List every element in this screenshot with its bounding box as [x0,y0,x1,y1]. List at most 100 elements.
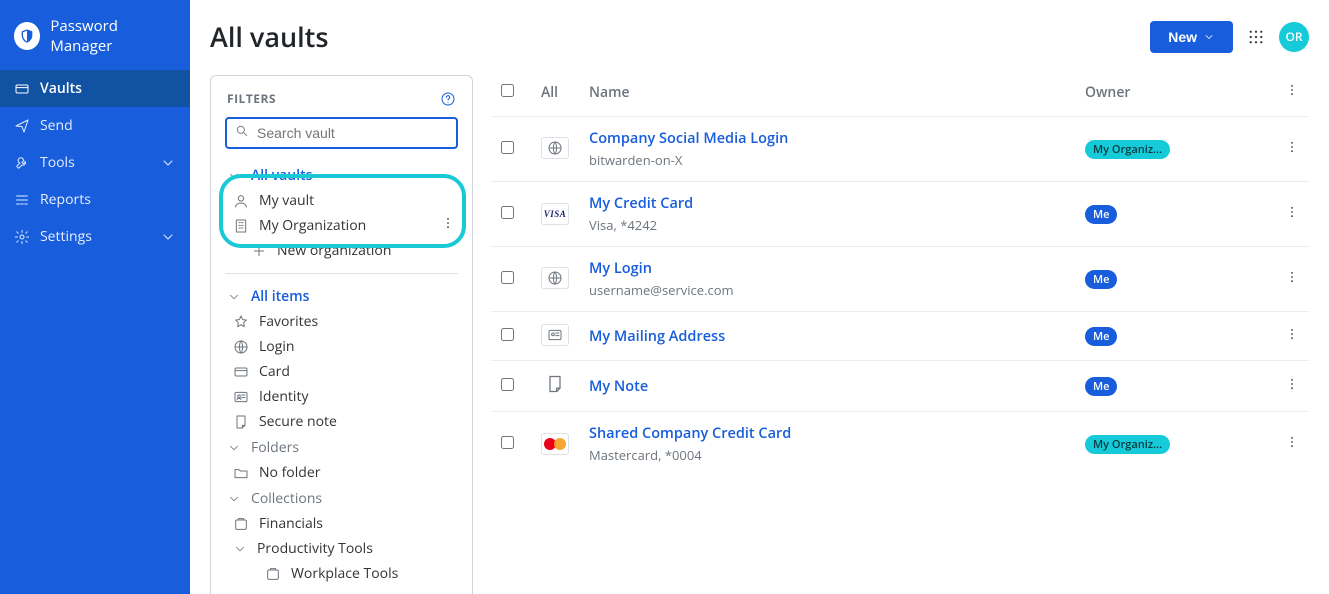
filter-label: New organization [277,241,456,260]
filters-panel: FILTERS All vaults My [210,75,473,594]
filter-label: Workplace Tools [291,564,456,583]
filter-my-organization[interactable]: My Organization [225,213,458,238]
nav-reports[interactable]: Reports [0,181,190,218]
note-icon [541,373,569,395]
row-menu-button[interactable] [1275,117,1309,182]
col-checkbox [491,75,531,117]
filter-card[interactable]: Card [225,359,458,384]
card-icon [233,364,249,380]
filter-identity[interactable]: Identity [225,384,458,409]
building-icon [233,218,249,234]
owner-badge: Me [1085,327,1117,346]
row-menu-button[interactable] [1275,361,1309,412]
filter-label: All items [251,287,456,306]
row-checkbox[interactable] [501,378,514,391]
row-menu-button[interactable] [1275,412,1309,477]
item-name[interactable]: My Note [589,377,1065,396]
row-checkbox[interactable] [501,328,514,341]
col-menu[interactable] [1275,75,1309,117]
brand: Password Manager [0,0,190,70]
row-checkbox[interactable] [501,141,514,154]
item-name[interactable]: Company Social Media Login [589,129,1065,148]
col-owner[interactable]: Owner [1075,75,1275,117]
filter-no-folder[interactable]: No folder [225,460,458,485]
col-all[interactable]: All [531,75,579,117]
filter-collections-section[interactable]: Collections [225,485,458,511]
table-row: My Loginusername@service.comMe [491,247,1309,312]
filter-folders-section[interactable]: Folders [225,434,458,460]
apps-grid-icon[interactable] [1247,28,1265,46]
row-checkbox[interactable] [501,271,514,284]
item-name[interactable]: My Mailing Address [589,327,1065,346]
filter-productivity[interactable]: Productivity Tools [225,536,458,561]
item-name[interactable]: Shared Company Credit Card [589,424,1065,443]
row-menu-button[interactable] [1275,182,1309,247]
item-sub: Visa, *4242 [589,216,1065,234]
nav-label: Reports [40,190,91,209]
nav-send[interactable]: Send [0,107,190,144]
avatar[interactable]: OR [1279,22,1309,52]
org-menu-button[interactable] [440,216,456,235]
nav-vaults[interactable]: Vaults [0,70,190,107]
filter-label: Financials [259,514,456,533]
select-all-checkbox[interactable] [501,84,514,97]
row-checkbox[interactable] [501,436,514,449]
filter-all-items[interactable]: All items [225,284,458,309]
owner-badge: My Organiz... [1085,140,1170,159]
row-menu-button[interactable] [1275,247,1309,312]
shield-icon [19,28,35,44]
item-sub: Mastercard, *0004 [589,446,1065,464]
nav-settings[interactable]: Settings [0,218,190,255]
filter-label: My vault [259,191,456,210]
topbar: All vaults New OR [210,18,1309,55]
filter-financials[interactable]: Financials [225,511,458,536]
owner-badge: Me [1085,377,1117,396]
filter-label: Identity [259,387,456,406]
owner-badge: Me [1085,205,1117,224]
filter-new-organization[interactable]: New organization [225,238,458,263]
chevron-down-icon [227,492,241,506]
id-card-icon [233,389,249,405]
row-icon [531,412,579,477]
filter-favorites[interactable]: Favorites [225,309,458,334]
table-row: VISAMy Credit CardVisa, *4242Me [491,182,1309,247]
row-icon [531,312,579,361]
row-checkbox[interactable] [501,206,514,219]
search-icon [235,124,249,138]
divider [225,273,458,274]
send-icon [14,118,30,134]
vault-icon [14,81,30,97]
row-icon [531,361,579,412]
chevron-down-icon [227,290,241,304]
filter-label: Login [259,337,456,356]
filter-workplace[interactable]: Workplace Tools [225,561,458,586]
filter-all-vaults[interactable]: All vaults [225,163,458,188]
new-button[interactable]: New [1150,21,1233,53]
filters-title: FILTERS [227,90,276,107]
new-button-label: New [1168,29,1197,45]
star-icon [233,314,249,330]
row-menu-button[interactable] [1275,312,1309,361]
item-sub: bitwarden-on-X [589,151,1065,169]
brand-name: Password Manager [50,16,176,56]
nav-tools[interactable]: Tools [0,144,190,181]
search-input[interactable] [225,117,458,149]
help-icon[interactable] [440,91,456,107]
owner-badge: Me [1085,270,1117,289]
filter-secure-note[interactable]: Secure note [225,409,458,434]
filter-label: All vaults [251,166,456,185]
filter-my-vault[interactable]: My vault [225,188,458,213]
owner-badge: My Organiz... [1085,435,1170,454]
item-name[interactable]: My Credit Card [589,194,1065,213]
item-name[interactable]: My Login [589,259,1065,278]
nav-label: Vaults [40,79,82,98]
filter-login[interactable]: Login [225,334,458,359]
nav-label: Tools [40,153,75,172]
filter-label: Favorites [259,312,456,331]
col-name[interactable]: Name [579,75,1075,117]
brand-logo [14,22,40,50]
filter-vaults: All vaults My vault My Organization [225,163,458,263]
filter-label: My Organization [259,216,430,235]
wrench-icon [14,155,30,171]
chevron-down-icon [233,542,247,556]
